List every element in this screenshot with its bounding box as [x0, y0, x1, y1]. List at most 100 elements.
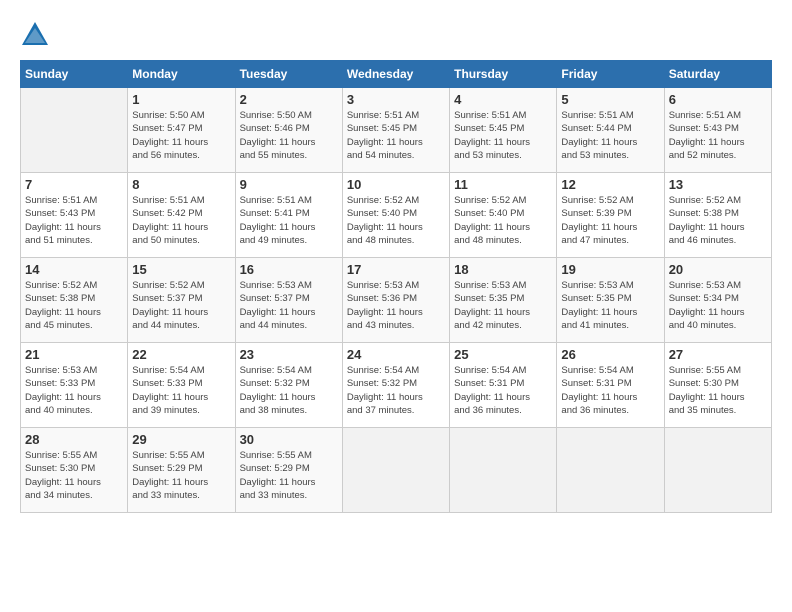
day-info: Sunrise: 5:52 AMSunset: 5:37 PMDaylight:… [132, 279, 230, 332]
logo-icon [20, 20, 50, 50]
day-info: Sunrise: 5:55 AMSunset: 5:30 PMDaylight:… [669, 364, 767, 417]
day-info: Sunrise: 5:51 AMSunset: 5:44 PMDaylight:… [561, 109, 659, 162]
day-number: 6 [669, 92, 767, 107]
day-info: Sunrise: 5:55 AMSunset: 5:29 PMDaylight:… [132, 449, 230, 502]
calendar-cell: 20 Sunrise: 5:53 AMSunset: 5:34 PMDayligh… [664, 258, 771, 343]
day-number: 9 [240, 177, 338, 192]
calendar-cell: 2Sunrise: 5:50 AMSunset: 5:46 PMDaylight… [235, 88, 342, 173]
calendar-cell: 13 Sunrise: 5:52 AMSunset: 5:38 PMDayligh… [664, 173, 771, 258]
calendar-cell: 27 Sunrise: 5:55 AMSunset: 5:30 PMDayligh… [664, 343, 771, 428]
day-of-week-header: Friday [557, 61, 664, 88]
day-info: Sunrise: 5:51 AMSunset: 5:43 PMDaylight:… [669, 109, 767, 162]
day-info: Sunrise: 5:53 AMSunset: 5:35 PMDaylight:… [561, 279, 659, 332]
day-number: 21 [25, 347, 123, 362]
calendar-cell: 5 Sunrise: 5:51 AMSunset: 5:44 PMDaylight… [557, 88, 664, 173]
calendar-cell: 9 Sunrise: 5:51 AMSunset: 5:41 PMDaylight… [235, 173, 342, 258]
calendar-cell: 14 Sunrise: 5:52 AMSunset: 5:38 PMDayligh… [21, 258, 128, 343]
day-of-week-header: Saturday [664, 61, 771, 88]
day-number: 22 [132, 347, 230, 362]
day-info: Sunrise: 5:52 AMSunset: 5:39 PMDaylight:… [561, 194, 659, 247]
calendar-cell: 3 Sunrise: 5:51 AMSunset: 5:45 PMDaylight… [342, 88, 449, 173]
day-info: Sunrise: 5:52 AMSunset: 5:38 PMDaylight:… [669, 194, 767, 247]
calendar-cell: 24Sunrise: 5:54 AMSunset: 5:32 PMDayligh… [342, 343, 449, 428]
day-number: 23 [240, 347, 338, 362]
day-info: Sunrise: 5:51 AMSunset: 5:45 PMDaylight:… [347, 109, 445, 162]
day-info: Sunrise: 5:55 AMSunset: 5:30 PMDaylight:… [25, 449, 123, 502]
calendar-cell: 17 Sunrise: 5:53 AMSunset: 5:36 PMDayligh… [342, 258, 449, 343]
day-info: Sunrise: 5:54 AMSunset: 5:31 PMDaylight:… [454, 364, 552, 417]
day-number: 16 [240, 262, 338, 277]
day-of-week-header: Sunday [21, 61, 128, 88]
day-info: Sunrise: 5:53 AMSunset: 5:35 PMDaylight:… [454, 279, 552, 332]
calendar-cell: 8 Sunrise: 5:51 AMSunset: 5:42 PMDaylight… [128, 173, 235, 258]
day-number: 26 [561, 347, 659, 362]
day-info: Sunrise: 5:53 AMSunset: 5:34 PMDaylight:… [669, 279, 767, 332]
day-info: Sunrise: 5:52 AMSunset: 5:40 PMDaylight:… [454, 194, 552, 247]
day-info: Sunrise: 5:52 AMSunset: 5:40 PMDaylight:… [347, 194, 445, 247]
calendar-cell: 11 Sunrise: 5:52 AMSunset: 5:40 PMDayligh… [450, 173, 557, 258]
day-number: 24 [347, 347, 445, 362]
day-info: Sunrise: 5:53 AMSunset: 5:36 PMDaylight:… [347, 279, 445, 332]
day-info: Sunrise: 5:52 AMSunset: 5:38 PMDaylight:… [25, 279, 123, 332]
calendar-header-row: SundayMondayTuesdayWednesdayThursdayFrid… [21, 61, 772, 88]
day-number: 7 [25, 177, 123, 192]
calendar-cell: 22 Sunrise: 5:54 AMSunset: 5:33 PMDayligh… [128, 343, 235, 428]
day-number: 20 [669, 262, 767, 277]
day-number: 5 [561, 92, 659, 107]
day-number: 29 [132, 432, 230, 447]
day-info: Sunrise: 5:50 AMSunset: 5:46 PMDaylight:… [240, 109, 338, 162]
day-number: 13 [669, 177, 767, 192]
day-of-week-header: Monday [128, 61, 235, 88]
day-of-week-header: Wednesday [342, 61, 449, 88]
day-number: 17 [347, 262, 445, 277]
calendar-cell [664, 428, 771, 513]
day-number: 1 [132, 92, 230, 107]
day-number: 30 [240, 432, 338, 447]
day-number: 10 [347, 177, 445, 192]
day-of-week-header: Thursday [450, 61, 557, 88]
day-info: Sunrise: 5:51 AMSunset: 5:42 PMDaylight:… [132, 194, 230, 247]
day-info: Sunrise: 5:51 AMSunset: 5:45 PMDaylight:… [454, 109, 552, 162]
day-number: 15 [132, 262, 230, 277]
day-number: 3 [347, 92, 445, 107]
calendar-cell: 28Sunrise: 5:55 AMSunset: 5:30 PMDayligh… [21, 428, 128, 513]
calendar-cell: 25 Sunrise: 5:54 AMSunset: 5:31 PMDayligh… [450, 343, 557, 428]
calendar-cell [21, 88, 128, 173]
day-number: 27 [669, 347, 767, 362]
day-number: 25 [454, 347, 552, 362]
calendar-cell [342, 428, 449, 513]
page-header [20, 20, 772, 50]
day-info: Sunrise: 5:53 AMSunset: 5:33 PMDaylight:… [25, 364, 123, 417]
day-info: Sunrise: 5:54 AMSunset: 5:31 PMDaylight:… [561, 364, 659, 417]
calendar-cell: 10 Sunrise: 5:52 AMSunset: 5:40 PMDayligh… [342, 173, 449, 258]
calendar-cell: 1 Sunrise: 5:50 AMSunset: 5:47 PMDaylight… [128, 88, 235, 173]
logo [20, 20, 54, 50]
calendar-cell: 29 Sunrise: 5:55 AMSunset: 5:29 PMDayligh… [128, 428, 235, 513]
day-info: Sunrise: 5:50 AMSunset: 5:47 PMDaylight:… [132, 109, 230, 162]
calendar-table: SundayMondayTuesdayWednesdayThursdayFrid… [20, 60, 772, 513]
day-number: 4 [454, 92, 552, 107]
calendar-cell: 12 Sunrise: 5:52 AMSunset: 5:39 PMDayligh… [557, 173, 664, 258]
day-info: Sunrise: 5:55 AMSunset: 5:29 PMDaylight:… [240, 449, 338, 502]
calendar-week-row: 7Sunrise: 5:51 AMSunset: 5:43 PMDaylight… [21, 173, 772, 258]
day-number: 11 [454, 177, 552, 192]
calendar-week-row: 21 Sunrise: 5:53 AMSunset: 5:33 PMDayligh… [21, 343, 772, 428]
day-info: Sunrise: 5:53 AMSunset: 5:37 PMDaylight:… [240, 279, 338, 332]
calendar-week-row: 1 Sunrise: 5:50 AMSunset: 5:47 PMDaylight… [21, 88, 772, 173]
day-number: 19 [561, 262, 659, 277]
day-info: Sunrise: 5:51 AMSunset: 5:41 PMDaylight:… [240, 194, 338, 247]
calendar-cell: 21 Sunrise: 5:53 AMSunset: 5:33 PMDayligh… [21, 343, 128, 428]
calendar-cell: 26 Sunrise: 5:54 AMSunset: 5:31 PMDayligh… [557, 343, 664, 428]
day-number: 12 [561, 177, 659, 192]
day-number: 14 [25, 262, 123, 277]
calendar-week-row: 14 Sunrise: 5:52 AMSunset: 5:38 PMDayligh… [21, 258, 772, 343]
calendar-cell: 6 Sunrise: 5:51 AMSunset: 5:43 PMDaylight… [664, 88, 771, 173]
day-of-week-header: Tuesday [235, 61, 342, 88]
calendar-cell: 23Sunrise: 5:54 AMSunset: 5:32 PMDayligh… [235, 343, 342, 428]
calendar-week-row: 28Sunrise: 5:55 AMSunset: 5:30 PMDayligh… [21, 428, 772, 513]
calendar-cell: 30 Sunrise: 5:55 AMSunset: 5:29 PMDayligh… [235, 428, 342, 513]
calendar-cell: 19 Sunrise: 5:53 AMSunset: 5:35 PMDayligh… [557, 258, 664, 343]
day-number: 8 [132, 177, 230, 192]
calendar-cell [450, 428, 557, 513]
day-info: Sunrise: 5:54 AMSunset: 5:33 PMDaylight:… [132, 364, 230, 417]
